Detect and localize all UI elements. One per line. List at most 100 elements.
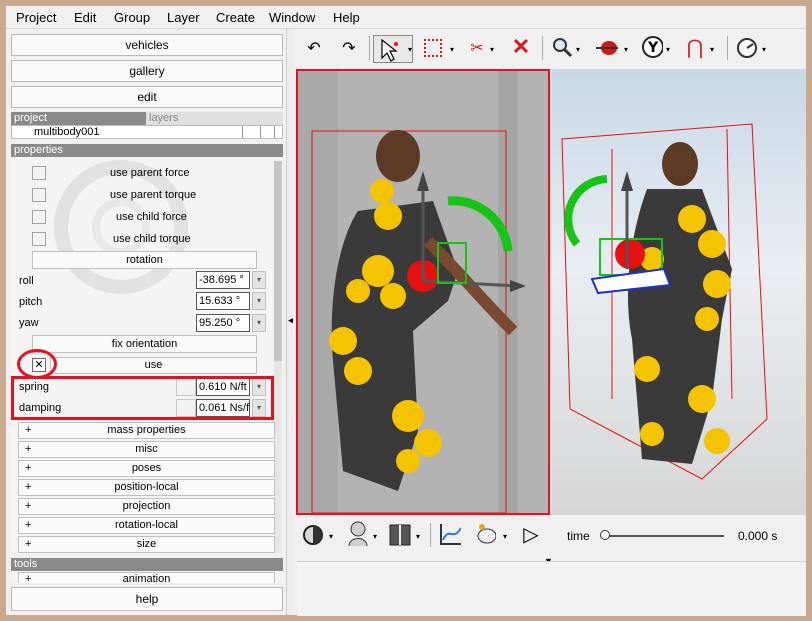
viewport-divider[interactable] [550,69,552,515]
chevron-down-icon[interactable]: ▾ [710,45,714,54]
yaw-label: yaw [19,317,39,329]
chevron-down-icon[interactable]: ▾ [490,45,494,54]
group-rotation-local[interactable]: + rotation-local [18,517,275,534]
group-label: mass properties [107,424,186,436]
menu-bar: Project Edit Group Layer Create Window H… [6,6,806,29]
curve-editor-icon[interactable] [439,523,461,545]
gauge-icon[interactable] [736,37,758,59]
character-icon[interactable] [346,521,368,546]
yaw-field[interactable]: 95.250 ° [196,314,250,332]
chevron-down-icon[interactable]: ▾ [576,45,580,54]
pitch-label: pitch [19,296,43,308]
chevron-down-icon[interactable]: ▾ [329,532,333,541]
toolbar-separator [369,36,370,60]
group-label: rotation-local [115,519,178,531]
chevron-down-icon[interactable]: ▾ [666,45,670,54]
chevron-down-icon[interactable]: ▾ [416,532,420,541]
menu-window[interactable]: Window [269,10,315,25]
spring-damping-highlight [11,376,274,420]
properties-scrollbar[interactable] [274,161,282,553]
menu-help[interactable]: Help [333,10,360,25]
redo-icon[interactable]: ↷ [338,37,360,59]
viewport-front[interactable] [296,69,550,515]
use-child-force-checkbox[interactable] [32,210,46,224]
group-position-local[interactable]: + position-local [18,479,275,496]
tool-label: animation [122,573,171,583]
chevron-down-icon[interactable]: ▾ [624,45,628,54]
project-item[interactable]: multibody001 [34,126,99,138]
gallery-button[interactable]: gallery [11,60,283,82]
menu-project[interactable]: Project [16,10,56,25]
use-child-torque-label: use child torque [113,233,191,245]
zoom-icon[interactable] [551,36,573,58]
chevron-down-icon[interactable]: ▾ [408,45,412,54]
use-child-torque-checkbox[interactable] [32,232,46,246]
toolbar-separator [727,36,728,60]
tab-project[interactable]: project [11,112,146,125]
menu-create[interactable]: Create [216,10,255,25]
character-perspective-view [552,69,806,515]
vehicles-button[interactable]: vehicles [11,34,283,56]
pitch-field[interactable]: 15.633 ° [196,292,250,310]
chevron-down-icon[interactable]: ▾ [503,532,507,541]
shading-icon[interactable] [302,524,324,546]
scrollbar-thumb[interactable] [274,161,282,361]
left-panel: vehicles gallery edit project layers mul… [6,29,286,615]
menu-group[interactable]: Group [114,10,150,25]
magnet-icon[interactable]: ⋂ [684,36,706,59]
tools-area: + animation [11,571,283,583]
chevron-down-icon[interactable]: ▾ [373,532,377,541]
select-tool-button[interactable] [373,35,413,63]
group-mass-properties[interactable]: + mass properties [18,422,275,439]
use-parent-torque-checkbox[interactable] [32,188,46,202]
select-arrow-icon [381,38,398,62]
use-parent-force-checkbox[interactable] [32,166,46,180]
roll-spinner[interactable]: ▾ [252,271,266,289]
roll-label: roll [19,275,34,287]
group-size[interactable]: + size [18,536,275,553]
group-label: projection [122,500,171,512]
time-slider-track[interactable] [604,535,724,537]
yaw-spinner[interactable]: ▾ [252,314,266,332]
properties-header: properties [11,144,283,157]
fix-orientation-button[interactable]: fix orientation [32,335,257,353]
menu-edit[interactable]: Edit [74,10,96,25]
teapot-icon[interactable] [474,523,496,545]
tool-animation[interactable]: + animation [18,572,275,583]
chevron-down-icon[interactable]: ▾ [762,45,766,54]
roll-field[interactable]: -38.695 ° [196,271,250,289]
list-divider [274,126,275,138]
tab-layers[interactable]: layers [146,112,283,125]
box-select-icon[interactable] [424,39,442,57]
menu-layer[interactable]: Layer [167,10,200,25]
group-misc[interactable]: + misc [18,441,275,458]
time-value: 0.000 s [738,529,778,543]
delete-icon[interactable]: ✕ [510,34,532,59]
time-slider-handle[interactable] [600,530,610,540]
group-label: size [136,538,157,550]
layout-icon[interactable] [389,524,411,546]
use-parent-force-label: use parent force [110,167,190,179]
edit-button[interactable]: edit [11,86,283,108]
time-label: time [567,529,590,543]
group-label: position-local [114,481,179,493]
list-divider [242,126,243,138]
bottom-panel [297,561,806,616]
pitch-spinner[interactable]: ▾ [252,292,266,310]
rotation-button[interactable]: rotation [32,251,257,269]
group-projection[interactable]: + projection [18,498,275,515]
help-button[interactable]: help [11,587,283,611]
play-icon[interactable]: ▷ [520,523,542,546]
undo-icon[interactable]: ↶ [303,37,325,59]
toolbar-separator [542,36,543,60]
use-button[interactable]: use [50,357,257,374]
character-front-view [298,71,548,513]
group-poses[interactable]: + poses [18,460,275,477]
joint-icon[interactable] [596,37,618,59]
tools-header: tools [11,558,283,571]
chevron-down-icon[interactable]: ▾ [450,45,454,54]
group-label: poses [131,462,162,474]
hide-icon[interactable]: ✂ [466,37,488,59]
y-axis-icon[interactable]: Y [641,36,663,58]
viewport-perspective[interactable] [552,69,806,515]
